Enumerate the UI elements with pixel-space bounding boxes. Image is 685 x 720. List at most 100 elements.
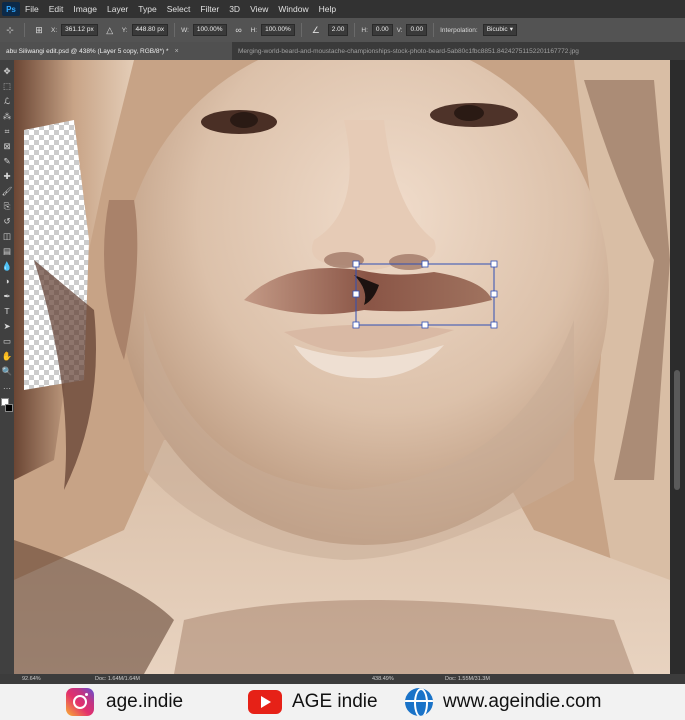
- lasso-tool-icon[interactable]: ℒ: [1, 94, 13, 109]
- zoom-level-left[interactable]: 92.64%: [22, 676, 41, 682]
- doc-size-right: Doc: 1.55M/31.3M: [445, 676, 490, 682]
- link-icon[interactable]: ∞: [232, 23, 246, 37]
- left-pupil: [230, 112, 258, 128]
- relative-position-icon[interactable]: △: [103, 23, 117, 37]
- options-bar: ⊹ ⊞ X: 361.12 px △ Y: 448.80 px W: 100.0…: [0, 18, 685, 42]
- menu-bar: Ps File Edit Image Layer Type Select Fil…: [0, 0, 685, 18]
- transform-handle-top-middle[interactable]: [421, 260, 429, 268]
- transform-handle-top-left[interactable]: [352, 260, 360, 268]
- instagram-group: age.indie: [66, 687, 183, 717]
- menu-file[interactable]: File: [20, 4, 44, 14]
- crop-tool-icon[interactable]: ⌗: [1, 124, 13, 139]
- doc-size-left: Doc: 1.64M/1.64M: [95, 676, 140, 682]
- status-bar: 92.64% Doc: 1.64M/1.64M 438.49% Doc: 1.5…: [0, 674, 685, 684]
- pen-tool-icon[interactable]: ✒: [1, 289, 13, 304]
- globe-icon: [405, 688, 433, 716]
- tools-panel: ✥ ⬚ ℒ ⁂ ⌗ ⊠ ✎ ✚ 🖌 ⎘ ↺ ◫ ▤ 💧 ◑ ✒ T ➤ ▭ ✋ 🔍…: [0, 60, 14, 680]
- options-divider: [433, 23, 435, 37]
- menu-view[interactable]: View: [245, 4, 273, 14]
- width-label: W:: [181, 26, 189, 34]
- eraser-tool-icon[interactable]: ◫: [1, 229, 13, 244]
- frame-tool-icon[interactable]: ⊠: [1, 139, 13, 154]
- vertical-scrollbar[interactable]: [670, 60, 685, 674]
- interpolation-label: Interpolation:: [440, 26, 478, 34]
- background-color-swatch[interactable]: [5, 404, 13, 412]
- photoshop-window: Ps File Edit Image Layer Type Select Fil…: [0, 0, 685, 720]
- menu-filter[interactable]: Filter: [195, 4, 224, 14]
- close-icon[interactable]: ×: [175, 48, 179, 55]
- transform-handle-bottom-right[interactable]: [490, 321, 498, 329]
- marquee-tool-icon[interactable]: ⬚: [1, 79, 13, 94]
- menu-type[interactable]: Type: [133, 4, 161, 14]
- transform-handle-bottom-left[interactable]: [352, 321, 360, 329]
- zoom-level-right[interactable]: 438.49%: [372, 676, 394, 682]
- h-skew-label: H:: [361, 26, 368, 34]
- quick-select-tool-icon[interactable]: ⁂: [1, 109, 13, 124]
- instagram-icon: [66, 688, 94, 716]
- gradient-tool-icon[interactable]: ▤: [1, 244, 13, 259]
- color-swatches[interactable]: [1, 398, 13, 414]
- instagram-handle: age.indie: [106, 691, 184, 712]
- transform-handle-middle-left[interactable]: [352, 290, 360, 298]
- interpolation-value: Bicubic: [486, 26, 508, 33]
- options-divider: [174, 23, 176, 37]
- blur-tool-icon[interactable]: 💧: [1, 259, 13, 274]
- menu-image[interactable]: Image: [68, 4, 102, 14]
- history-brush-tool-icon[interactable]: ↺: [1, 214, 13, 229]
- transform-handle-bottom-middle[interactable]: [421, 321, 429, 329]
- y-position-field[interactable]: 448.80 px: [131, 24, 169, 36]
- website-group: www.ageindie.com: [405, 687, 601, 717]
- reference-point-icon[interactable]: ⊞: [32, 23, 46, 37]
- tab-active-document[interactable]: abu Siliwangi edit.psd @ 438% (Layer 5 c…: [0, 42, 232, 60]
- chevron-down-icon: ▾: [509, 26, 513, 33]
- interpolation-select[interactable]: Bicubic ▾: [482, 24, 517, 36]
- healing-tool-icon[interactable]: ✚: [1, 169, 13, 184]
- options-divider: [354, 23, 356, 37]
- website-url: www.ageindie.com: [443, 691, 602, 712]
- dodge-tool-icon[interactable]: ◑: [1, 274, 13, 289]
- zoom-tool-icon[interactable]: 🔍: [1, 364, 13, 379]
- h-skew-field[interactable]: 0.00: [371, 24, 393, 36]
- width-scale-field[interactable]: 100.00%: [192, 24, 227, 36]
- height-scale-field[interactable]: 100.00%: [261, 24, 295, 36]
- x-position-field[interactable]: 361.12 px: [61, 24, 98, 36]
- eyedropper-tool-icon[interactable]: ✎: [1, 154, 13, 169]
- menu-select[interactable]: Select: [162, 4, 196, 14]
- shape-tool-icon[interactable]: ▭: [1, 334, 13, 349]
- v-skew-label: V:: [396, 26, 403, 34]
- height-label: H:: [250, 26, 258, 34]
- tab-label: abu Siliwangi edit.psd @ 438% (Layer 5 c…: [6, 47, 169, 55]
- options-divider: [24, 23, 25, 37]
- right-pupil: [454, 105, 484, 121]
- photoshop-logo-icon: Ps: [2, 2, 20, 16]
- move-tool-icon[interactable]: ✥: [1, 64, 13, 79]
- more-tools-icon[interactable]: …: [1, 379, 13, 394]
- scrollbar-thumb[interactable]: [674, 370, 680, 490]
- menu-window[interactable]: Window: [273, 4, 313, 14]
- document-tab-bar: abu Siliwangi edit.psd @ 438% (Layer 5 c…: [0, 42, 685, 60]
- clone-tool-icon[interactable]: ⎘: [1, 199, 13, 214]
- options-divider: [300, 23, 302, 37]
- transform-tool-icon[interactable]: ⊹: [3, 23, 17, 37]
- rotate-angle-icon: ∠: [311, 24, 320, 35]
- tab-label: Merging-world-beard-and-moustache-champi…: [238, 47, 579, 55]
- youtube-icon: [248, 690, 282, 714]
- path-select-tool-icon[interactable]: ➤: [1, 319, 13, 334]
- menu-3d[interactable]: 3D: [224, 4, 245, 14]
- y-label: Y:: [121, 26, 128, 34]
- hand-tool-icon[interactable]: ✋: [1, 349, 13, 364]
- transform-handle-top-right[interactable]: [490, 260, 498, 268]
- document-canvas[interactable]: [14, 60, 670, 674]
- brush-tool-icon[interactable]: 🖌: [1, 184, 13, 199]
- v-skew-field[interactable]: 0.00: [406, 24, 428, 36]
- menu-help[interactable]: Help: [314, 4, 341, 14]
- transform-handle-middle-right[interactable]: [490, 290, 498, 298]
- x-label: X:: [51, 26, 58, 34]
- menu-edit[interactable]: Edit: [44, 4, 69, 14]
- menu-layer[interactable]: Layer: [102, 4, 133, 14]
- tab-reference-image[interactable]: Merging-world-beard-and-moustache-champi…: [232, 42, 685, 60]
- canvas-artwork: [14, 60, 670, 674]
- type-tool-icon[interactable]: T: [1, 304, 13, 319]
- youtube-group: AGE indie: [248, 687, 378, 717]
- rotate-angle-field[interactable]: 2.00: [327, 24, 349, 36]
